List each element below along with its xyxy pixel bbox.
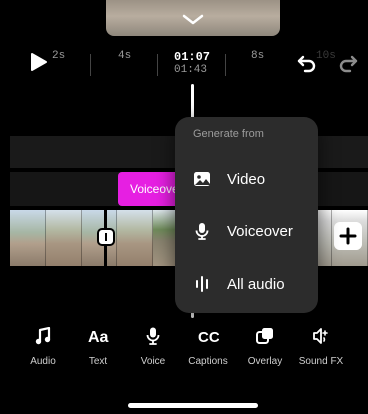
ruler-tick-label: 2s xyxy=(52,50,66,62)
clip-trim-handle[interactable] xyxy=(97,228,115,246)
ruler-tick-label: 8s xyxy=(251,50,265,62)
toolbar-voice-button[interactable]: Voice xyxy=(127,327,179,371)
svg-text:Aa: Aa xyxy=(88,329,109,345)
ruler-divider xyxy=(157,54,158,76)
total-duration: 01:43 xyxy=(174,64,208,76)
video-frame xyxy=(117,210,154,266)
redo-icon[interactable] xyxy=(337,53,359,73)
play-icon[interactable] xyxy=(28,52,48,72)
music-note-icon xyxy=(35,327,51,345)
toolbar-overlay-button[interactable]: Overlay xyxy=(239,327,291,371)
generate-from-all-audio-option[interactable]: All audio xyxy=(193,264,317,304)
ruler-divider xyxy=(225,54,226,76)
toolbar-label: Overlay xyxy=(247,356,283,367)
toolbar-label: Text xyxy=(88,356,108,367)
undo-icon[interactable] xyxy=(296,53,318,73)
audio-bars-icon xyxy=(196,276,208,292)
toolbar-label: Audio xyxy=(30,356,56,367)
svg-text:CC: CC xyxy=(198,329,219,345)
toolbar-text-button[interactable]: Aa Text xyxy=(72,327,124,371)
image-icon xyxy=(194,172,210,186)
option-label: All audio xyxy=(227,275,285,293)
chevron-down-icon[interactable] xyxy=(178,12,208,28)
toolbar-label: Voice xyxy=(140,356,166,367)
ruler-tick-label: 10s xyxy=(316,50,336,62)
generate-from-video-option[interactable]: Video xyxy=(193,159,317,199)
text-aa-icon: Aa xyxy=(88,329,109,345)
video-frame xyxy=(45,210,82,266)
sound-fx-icon xyxy=(313,328,328,344)
add-clip-button[interactable] xyxy=(334,222,362,250)
home-indicator xyxy=(128,403,258,408)
overlay-icon xyxy=(256,328,273,344)
current-time: 01:07 xyxy=(174,50,211,64)
toolbar-label: Sound FX xyxy=(298,356,344,367)
option-label: Voiceover xyxy=(227,222,293,240)
captions-cc-icon: CC xyxy=(198,329,219,345)
toolbar-audio-button[interactable]: Audio xyxy=(17,327,69,371)
popover-title: Generate from xyxy=(193,128,264,140)
microphone-icon xyxy=(195,223,209,240)
microphone-icon xyxy=(146,327,160,345)
ruler-divider xyxy=(90,54,91,76)
toolbar-sound-fx-button[interactable]: Sound FX xyxy=(295,327,347,371)
ruler-tick-label: 4s xyxy=(118,50,132,62)
video-frame xyxy=(10,210,46,266)
toolbar-label: Captions xyxy=(188,356,228,367)
toolbar-captions-button[interactable]: CC Captions xyxy=(182,327,234,371)
option-label: Video xyxy=(227,170,266,188)
generate-from-voiceover-option[interactable]: Voiceover xyxy=(193,211,317,251)
